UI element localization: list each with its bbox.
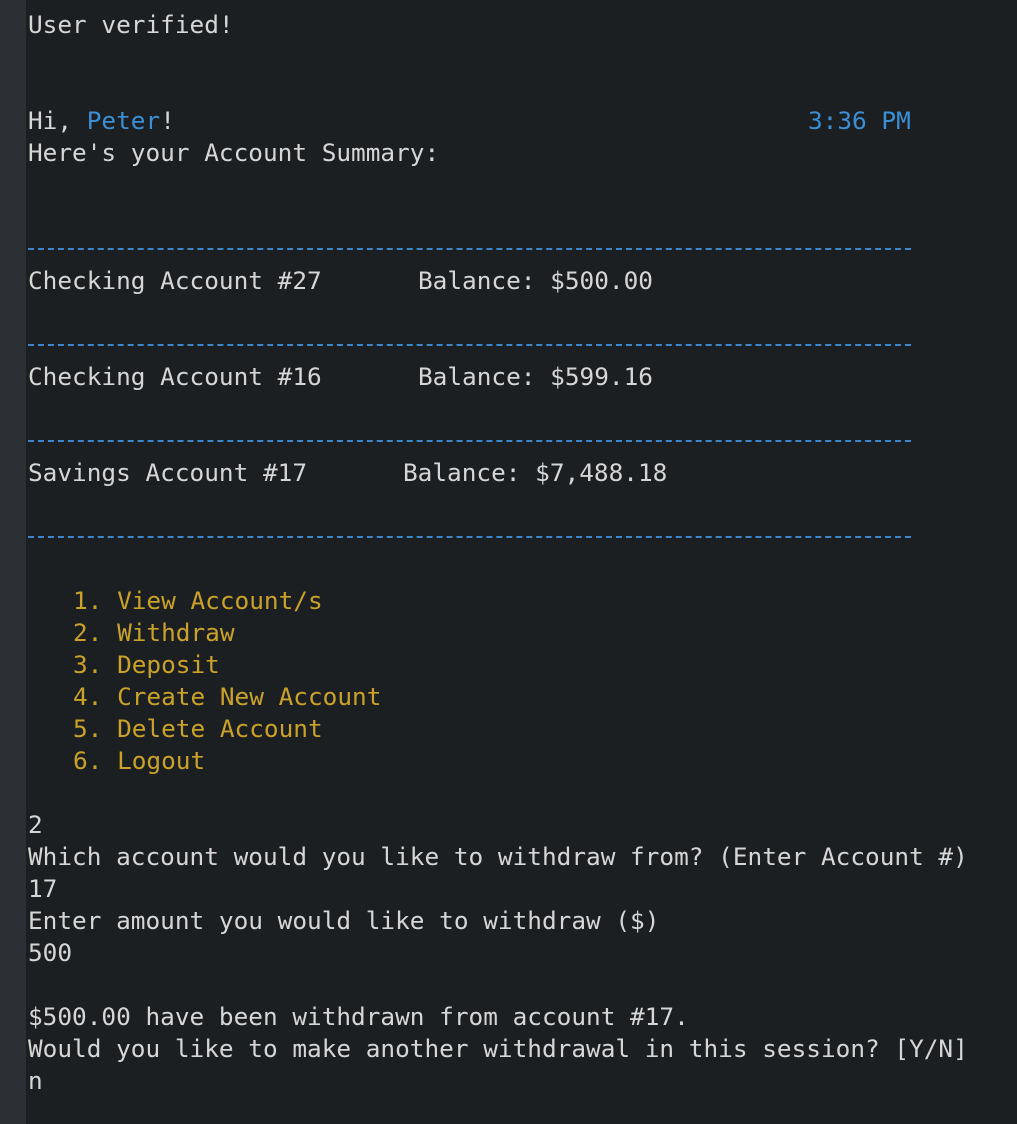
menu-label: Logout	[117, 746, 206, 775]
amount-input: 500	[28, 938, 73, 967]
menu-number: 4.	[73, 682, 103, 711]
account-number-input: 17	[28, 874, 58, 903]
account-name: Checking Account #27	[28, 266, 322, 295]
amount-prompt: Enter amount you would like to withdraw …	[28, 906, 660, 935]
balance-label: Balance:	[418, 362, 536, 391]
balance-value: $7,488.18	[535, 458, 668, 487]
separator	[28, 248, 911, 250]
menu-item-deposit[interactable]: 3. Deposit	[73, 649, 220, 681]
menu-number: 6.	[73, 746, 103, 775]
menu-item-delete-account[interactable]: 5. Delete Account	[73, 713, 323, 745]
summary-heading: Here's your Account Summary:	[28, 138, 440, 167]
clock-time: 3:36 PM	[808, 106, 911, 135]
menu-choice-input: 2	[28, 810, 43, 839]
menu-label: Create New Account	[117, 682, 382, 711]
menu-number: 2.	[73, 618, 103, 647]
separator	[28, 440, 911, 442]
menu-label: View Account/s	[117, 586, 323, 615]
menu-number: 1.	[73, 586, 103, 615]
user-name: Peter	[86, 106, 161, 135]
account-name: Savings Account #17	[28, 458, 308, 487]
withdrawal-result: $500.00 have been withdrawn from account…	[28, 1002, 689, 1031]
menu-item-logout[interactable]: 6. Logout	[73, 745, 205, 777]
account-prompt: Which account would you like to withdraw…	[28, 842, 968, 871]
balance-label: Balance:	[403, 458, 521, 487]
greeting-line: Hi, Peter!	[28, 105, 175, 137]
balance-label: Balance:	[418, 266, 536, 295]
account-balance: Balance: $599.16	[418, 361, 653, 393]
repeat-prompt: Would you like to make another withdrawa…	[28, 1034, 968, 1063]
repeat-input[interactable]: n	[28, 1065, 43, 1097]
menu-number: 5.	[73, 714, 103, 743]
status-message: User verified!	[28, 10, 234, 39]
menu-item-view-accounts[interactable]: 1. View Account/s	[73, 585, 323, 617]
greeting-suffix: !	[160, 106, 175, 135]
separator	[28, 536, 911, 538]
account-name: Checking Account #16	[28, 362, 322, 391]
account-balance: Balance: $7,488.18	[403, 457, 667, 489]
menu-item-withdraw[interactable]: 2. Withdraw	[73, 617, 235, 649]
separator	[28, 344, 911, 346]
balance-value: $500.00	[550, 266, 653, 295]
menu-number: 3.	[73, 650, 103, 679]
menu-item-create-account[interactable]: 4. Create New Account	[73, 681, 381, 713]
balance-value: $599.16	[550, 362, 653, 391]
greeting-prefix: Hi,	[28, 106, 87, 135]
menu-label: Withdraw	[117, 618, 235, 647]
menu-label: Deposit	[117, 650, 220, 679]
menu-label: Delete Account	[117, 714, 323, 743]
terminal-gutter	[0, 0, 26, 1124]
account-balance: Balance: $500.00	[418, 265, 653, 297]
terminal-window[interactable]: User verified! Hi, Peter! 3:36 PM Here's…	[0, 0, 1017, 1124]
